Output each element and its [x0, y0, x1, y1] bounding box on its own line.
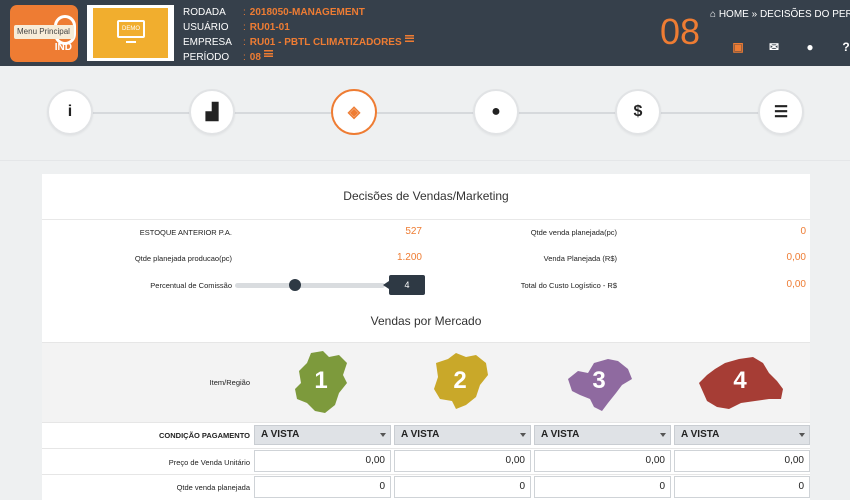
payment-label: CONDIÇÃO PAGAMENTO [159, 431, 250, 440]
markets-title: Vendas por Mercado [370, 314, 482, 328]
home-icon[interactable]: ⌂ [710, 9, 716, 20]
list-icon[interactable] [404, 35, 414, 42]
logistic-cost-label: Total do Custo Logístico - R$ [520, 281, 617, 290]
current-period: 08 [660, 11, 701, 52]
list-icon: ☰ [773, 104, 789, 121]
commission-slider[interactable] [235, 283, 385, 288]
qty-input-1[interactable]: 0 [254, 476, 391, 498]
breadcrumb-home[interactable]: HOME [719, 9, 749, 20]
region-3-number: 3 [592, 367, 606, 394]
qty-input-2[interactable]: 0 [394, 476, 531, 498]
info-icon: i [67, 103, 73, 120]
info-label-round: RODADA [183, 7, 226, 18]
qty-input-3[interactable]: 0 [534, 476, 671, 498]
breadcrumb: ⌂ HOME » DECISÕES DO PER... [710, 9, 850, 20]
dollar-icon: $ [633, 103, 643, 120]
price-input-1[interactable]: 0,00 [254, 450, 391, 472]
envelope-icon[interactable]: ✉ [756, 39, 792, 55]
payment-select-4[interactable]: A VISTA [674, 425, 810, 445]
info-value-period[interactable]: 08 [250, 50, 261, 65]
payment-select-3[interactable]: A VISTA [534, 425, 671, 445]
info-value-round: 2018050-MANAGEMENT [249, 7, 365, 18]
list-icon[interactable] [263, 50, 273, 57]
dollar-step-button[interactable]: $ [615, 89, 661, 135]
chevron-down-icon [660, 433, 666, 437]
price-input-4[interactable]: 0,00 [674, 450, 810, 472]
user-icon[interactable]: ● [792, 39, 828, 55]
info-label-user: USUÁRIO [183, 22, 229, 33]
item-region-label: Item/Região [209, 378, 250, 387]
logo-badge: IND [54, 42, 72, 53]
region-1-number: 1 [314, 367, 328, 394]
chevron-down-icon [799, 433, 805, 437]
sales-marketing-panel: Decisões de Vendas/Marketing ESTOQUE ANT… [42, 174, 810, 500]
info-step-button[interactable]: i [47, 89, 93, 135]
info-value-company[interactable]: RU01 - PBTL CLIMATIZADORES [250, 35, 402, 50]
planned-sales-value: 0,00 [786, 252, 806, 263]
price-input-3[interactable]: 0,00 [534, 450, 671, 472]
payment-select-1[interactable]: A VISTA [254, 425, 391, 445]
main-menu-logo[interactable]: Menu Principal IND [10, 5, 78, 62]
planned-sales-label: Venda Planejada (R$) [543, 254, 617, 263]
planned-production-label: Qtde planejada producao(pc) [134, 254, 232, 263]
user-step-button[interactable]: ● [473, 89, 519, 135]
save-icon[interactable]: ▣ [720, 39, 756, 55]
factory-step-button[interactable]: ▟ [189, 89, 235, 135]
planned-production-value: 1.200 [396, 252, 422, 263]
info-label-period: PERÍODO [183, 52, 230, 63]
info-value-user: RU01-01 [249, 22, 290, 33]
planned-sales-qty-label: Qtde venda planejada(pc) [530, 228, 617, 237]
list-step-button[interactable]: ☰ [758, 89, 804, 135]
logo-menu-label: Menu Principal [14, 25, 74, 39]
price-label: Preço de Venda Unitário [168, 458, 250, 467]
chevron-down-icon [520, 433, 526, 437]
panel-title: Decisões de Vendas/Marketing [343, 189, 509, 203]
qty-label: Qtde venda planejada [176, 483, 250, 492]
header-actions: ▣ ✉ ● ? [720, 39, 850, 55]
stock-value: 527 [405, 226, 422, 237]
commission-label: Percentual de Comissão [150, 281, 232, 290]
stock-label: ESTOQUE ANTERIOR P.A. [139, 228, 232, 237]
tags-icon: ◈ [347, 104, 361, 121]
monitor-icon: DEMO [117, 20, 145, 38]
top-bar: Menu Principal IND DEMO RODADA:2018050-M… [0, 0, 850, 66]
qty-input-4[interactable]: 0 [674, 476, 810, 498]
company-banner: DEMO [87, 5, 174, 61]
factory-icon: ▟ [205, 104, 219, 121]
session-info: RODADA:2018050-MANAGEMENT USUÁRIO: RU01-0… [183, 5, 414, 65]
banner-text: DEMO [122, 26, 140, 32]
chevron-down-icon [380, 433, 386, 437]
region-2-number: 2 [453, 367, 467, 394]
steps-connector [70, 112, 782, 114]
info-label-company: EMPRESA [183, 37, 232, 48]
help-icon[interactable]: ? [828, 39, 850, 55]
price-input-2[interactable]: 0,00 [394, 450, 531, 472]
payment-select-2[interactable]: A VISTA [394, 425, 531, 445]
breadcrumb-current: DECISÕES DO PER... [759, 9, 850, 20]
logistic-cost-value: 0,00 [786, 279, 806, 290]
tags-step-button[interactable]: ◈ [331, 89, 377, 135]
commission-slider-handle[interactable] [289, 279, 301, 291]
planned-sales-qty-value: 0 [800, 226, 806, 237]
commission-value: 4 [383, 275, 425, 295]
user-icon: ● [491, 103, 501, 120]
region-4-number: 4 [733, 367, 747, 394]
